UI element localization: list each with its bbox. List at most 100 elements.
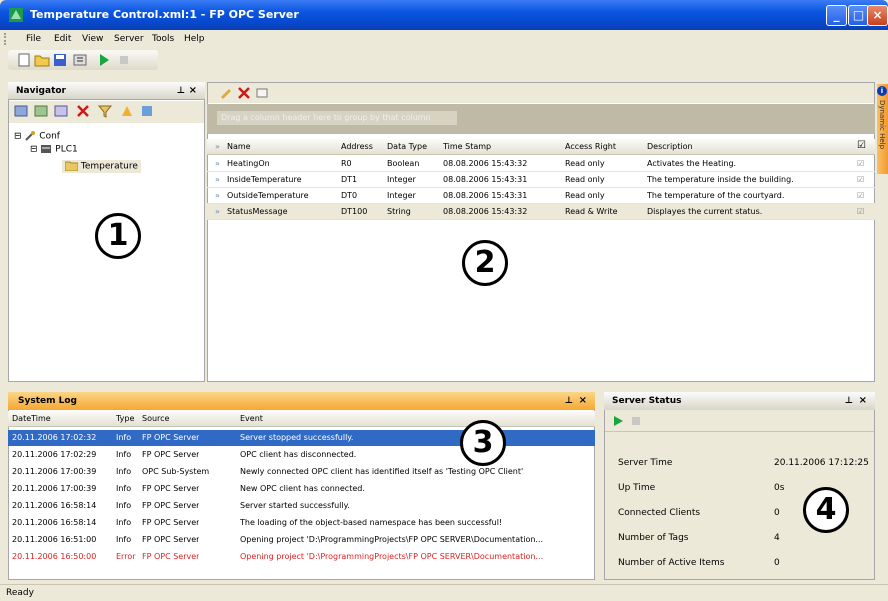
config-icon (25, 131, 36, 141)
open-folder-icon[interactable] (34, 52, 50, 68)
menu-tools[interactable]: Tools (152, 34, 174, 44)
table-row-selected[interactable]: » StatusMessage DT100 String 08.08.2006 … (207, 204, 875, 220)
checkbox-header-icon[interactable]: ☑ (857, 140, 866, 151)
add-group-icon[interactable] (33, 103, 49, 119)
dynamic-help-tab[interactable]: i Dynamic Help (877, 84, 888, 174)
log-datetime: 20.11.2006 17:02:32 (12, 433, 97, 442)
pin-icon[interactable]: ⊥ (845, 396, 853, 406)
row-checkbox[interactable]: ☑ (857, 207, 864, 216)
pin-icon[interactable]: ⊥ (565, 396, 573, 406)
cell-access: Read only (565, 191, 605, 200)
col-access-right[interactable]: Access Right (565, 142, 616, 151)
maximize-button[interactable]: □ (848, 5, 869, 26)
cell-access: Read & Write (565, 207, 618, 216)
delete-icon[interactable] (75, 103, 91, 119)
export-icon[interactable] (119, 103, 135, 119)
edit-icon[interactable] (218, 85, 234, 101)
row-checkbox[interactable]: ☑ (857, 159, 864, 168)
table-row[interactable]: » InsideTemperature DT1 Integer 08.08.20… (207, 172, 875, 188)
row-indicator-icon: » (215, 142, 220, 151)
add-tag-icon[interactable] (53, 103, 69, 119)
log-datetime: 20.11.2006 16:58:14 (12, 518, 97, 527)
stop-server-icon[interactable] (116, 52, 132, 68)
log-row[interactable]: 20.11.2006 17:00:39 Info FP OPC Server N… (8, 481, 595, 497)
collapse-icon[interactable]: ⊟ (30, 145, 38, 155)
pin-icon[interactable]: ⊥ (177, 86, 185, 96)
col-name[interactable]: Name (227, 142, 251, 151)
row-arrow-icon: » (215, 175, 220, 184)
log-row[interactable]: 20.11.2006 16:58:14 Info FP OPC Server S… (8, 498, 595, 514)
close-button[interactable]: × (867, 5, 888, 26)
import-icon[interactable] (139, 103, 155, 119)
log-row[interactable]: 20.11.2006 17:02:29 Info FP OPC Server O… (8, 447, 595, 463)
menu-server[interactable]: Server (114, 34, 144, 44)
cell-type: Boolean (387, 159, 420, 168)
collapse-icon[interactable]: ⊟ (14, 132, 22, 142)
col-description[interactable]: Description (647, 142, 693, 151)
new-file-icon[interactable] (16, 52, 32, 68)
log-row-selected[interactable]: 20.11.2006 17:02:32 Info FP OPC Server S… (8, 430, 595, 446)
start-server-icon[interactable] (96, 52, 112, 68)
log-row[interactable]: 20.11.2006 16:58:14 Info FP OPC Server T… (8, 515, 595, 531)
properties-icon[interactable] (72, 52, 88, 68)
close-icon[interactable]: × (579, 395, 587, 406)
log-event: Opening project 'D:\ProgrammingProjects\… (240, 535, 544, 544)
divider (605, 431, 874, 432)
navigator-toolbar (9, 101, 204, 123)
cell-address: DT0 (341, 191, 358, 200)
cell-time: 08.08.2006 15:43:32 (443, 159, 528, 168)
menu-help[interactable]: Help (184, 34, 205, 44)
cell-access: Read only (565, 175, 605, 184)
row-checkbox[interactable]: ☑ (857, 175, 864, 184)
cell-address: DT1 (341, 175, 358, 184)
filter-icon[interactable] (97, 103, 113, 119)
col-type[interactable]: Type (116, 414, 134, 423)
cell-desc: The temperature inside the building. (647, 175, 794, 184)
col-source[interactable]: Source (142, 414, 169, 423)
log-datetime: 20.11.2006 16:51:00 (12, 535, 97, 544)
callout-4: 4 (803, 487, 849, 533)
log-row-error[interactable]: 20.11.2006 16:50:00 Error FP OPC Server … (8, 549, 595, 565)
log-source: FP OPC Server (142, 501, 200, 510)
server-status-header: Server Status ⊥ × (604, 392, 875, 410)
log-type: Info (116, 518, 132, 527)
callout-3: 3 (460, 420, 506, 466)
log-event: Server started successfully. (240, 501, 350, 510)
stat-value-number-of-tags: 4 (774, 533, 780, 543)
table-row[interactable]: » HeatingOn R0 Boolean 08.08.2006 15:43:… (207, 156, 875, 172)
log-type: Info (116, 433, 132, 442)
cell-type: String (387, 207, 411, 216)
menu-edit[interactable]: Edit (54, 34, 71, 44)
log-datetime: 20.11.2006 17:00:39 (12, 467, 97, 476)
start-server-icon[interactable] (612, 415, 624, 427)
grid-header-row: » Name Address Data Type Time Stamp Acce… (207, 139, 875, 155)
close-icon[interactable]: × (189, 85, 197, 96)
col-data-type[interactable]: Data Type (387, 142, 427, 151)
stat-value-active-items: 0 (774, 558, 780, 568)
add-tag-icon[interactable] (254, 85, 270, 101)
row-arrow-icon: » (215, 207, 220, 216)
log-type: Info (116, 484, 132, 493)
tree-folder-temperature[interactable]: Temperature (62, 160, 141, 173)
log-row[interactable]: 20.11.2006 17:00:39 Info OPC Sub-System … (8, 464, 595, 480)
minimize-button[interactable]: _ (826, 5, 847, 26)
log-row[interactable]: 20.11.2006 16:51:00 Info FP OPC Server O… (8, 532, 595, 548)
tree-plc[interactable]: ⊟ PLC1 (30, 144, 78, 155)
col-datetime[interactable]: DateTime (12, 414, 51, 423)
log-event: Opening project 'D:\ProgrammingProjects\… (240, 552, 544, 561)
col-time-stamp[interactable]: Time Stamp (443, 142, 491, 151)
delete-tag-icon[interactable] (236, 85, 252, 101)
menu-view[interactable]: View (82, 34, 103, 44)
add-device-icon[interactable] (13, 103, 29, 119)
col-address[interactable]: Address (341, 142, 373, 151)
row-checkbox[interactable]: ☑ (857, 191, 864, 200)
group-by-area[interactable]: Drag a column header here to group by th… (207, 104, 875, 134)
menu-file[interactable]: File (26, 34, 41, 44)
col-event[interactable]: Event (240, 414, 263, 423)
save-icon[interactable] (52, 52, 68, 68)
close-icon[interactable]: × (859, 395, 867, 406)
stop-server-icon[interactable] (630, 415, 642, 427)
table-row[interactable]: » OutsideTemperature DT0 Integer 08.08.2… (207, 188, 875, 204)
tree-root[interactable]: ⊟ Conf (14, 130, 60, 142)
row-arrow-icon: » (215, 159, 220, 168)
